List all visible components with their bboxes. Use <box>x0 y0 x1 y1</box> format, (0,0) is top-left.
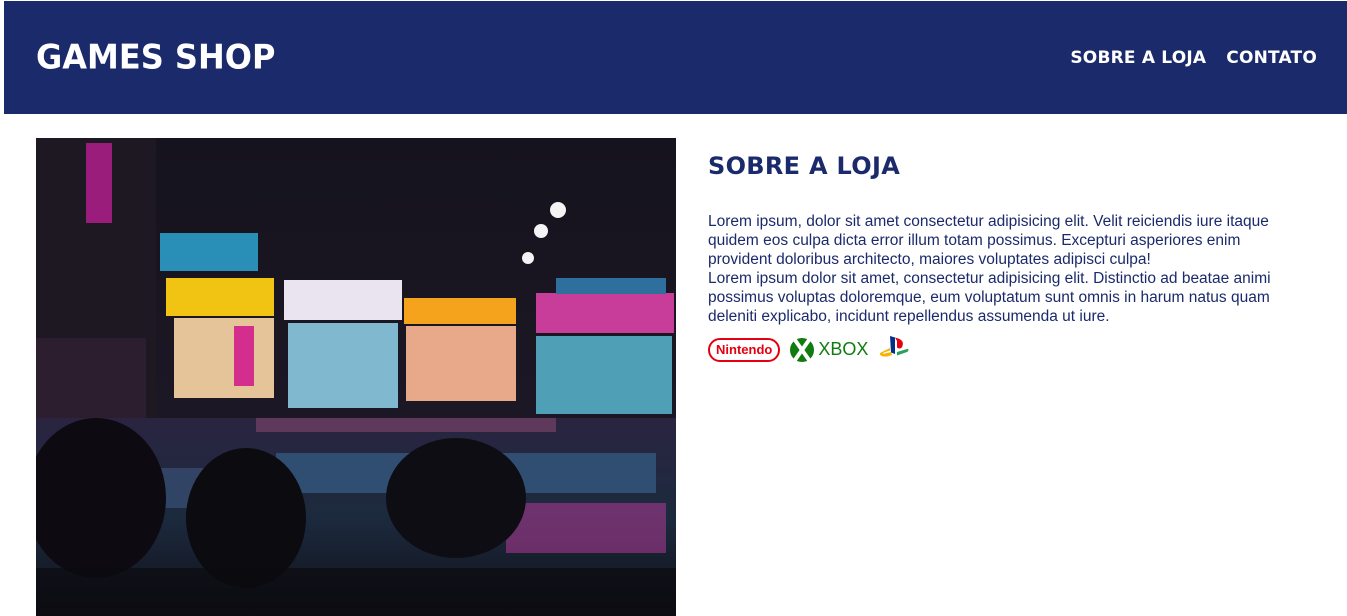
xbox-logo: XBOX <box>790 337 869 362</box>
nav-link-sobre-a-loja[interactable]: SOBRE A LOJA <box>1070 48 1206 68</box>
main-nav: SOBRE A LOJA CONTATO <box>1070 48 1317 68</box>
brand-logos: Nintendo XBOX <box>708 334 1308 365</box>
about-paragraph-1: Lorem ipsum, dolor sit amet consectetur … <box>708 213 1269 268</box>
xbox-icon <box>790 337 815 362</box>
section-title: SOBRE A LOJA <box>708 152 901 180</box>
nintendo-logo: Nintendo <box>708 337 781 362</box>
about-section: SOBRE A LOJA Lorem ipsum, dolor sit amet… <box>708 152 1308 365</box>
site-header: GAMES SHOP SOBRE A LOJA CONTATO <box>4 1 1347 114</box>
page: GAMES SHOP SOBRE A LOJA CONTATO SOBRE A … <box>0 0 1347 616</box>
nav-link-contato[interactable]: CONTATO <box>1226 48 1317 68</box>
store-photo <box>36 138 676 616</box>
about-paragraph-2: Lorem ipsum dolor sit amet, consectetur … <box>708 270 1271 325</box>
playstation-icon <box>878 334 910 365</box>
site-logo[interactable]: GAMES SHOP <box>36 37 275 77</box>
xbox-wordmark: XBOX <box>818 339 869 359</box>
store-photo-illustration <box>36 138 676 616</box>
